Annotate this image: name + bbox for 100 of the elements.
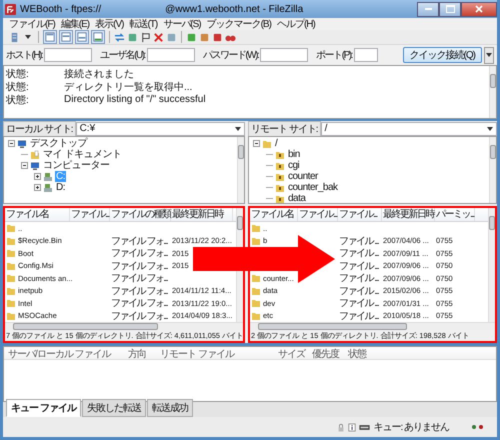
panel-toggle-button[interactable]	[91, 30, 105, 44]
vertical-scrollbar[interactable]	[489, 137, 496, 203]
column-header[interactable]: 最終更新日時	[382, 208, 435, 221]
column-header[interactable]: ファイル...	[70, 208, 110, 221]
column-header[interactable]: リモート ファイル	[156, 347, 266, 359]
log-message: Directory listing of "/" successful	[64, 94, 206, 105]
flag-icon[interactable]	[140, 32, 151, 42]
close-button[interactable]	[461, 2, 497, 16]
text-field[interactable]	[146, 48, 195, 62]
file-type: ファイル ...	[339, 310, 378, 323]
menu-item[interactable]: ファイル(F)	[9, 17, 55, 31]
tree-item[interactable]: counter	[287, 171, 319, 182]
column-header[interactable]: ファイル名	[5, 208, 70, 221]
collapse-toggle[interactable]	[21, 162, 28, 169]
tree-item[interactable]: D:	[55, 182, 66, 193]
collapse-toggle[interactable]	[8, 140, 15, 147]
column-header[interactable]: ファイル...	[338, 208, 382, 221]
tree-item[interactable]: cgi	[287, 160, 300, 171]
column-header[interactable]: サイズ	[266, 347, 308, 359]
expand-toggle[interactable]	[34, 184, 41, 191]
field-label: パスワード(W):	[202, 49, 258, 62]
folder-icon	[6, 298, 16, 308]
tree-item[interactable]: bin	[287, 149, 301, 160]
horizontal-scrollbar[interactable]	[5, 322, 243, 330]
menu-item[interactable]: ブックマーク(B)	[206, 17, 271, 31]
vertical-scrollbar[interactable]	[237, 137, 244, 203]
column-header[interactable]: 最終更新日時	[171, 208, 233, 221]
column-header[interactable]: 優先度	[308, 347, 344, 359]
folder-icon	[251, 298, 261, 308]
tree-item[interactable]: マイ ドキュメント	[42, 149, 122, 160]
file-type: ファイル ...	[339, 284, 378, 298]
tree-item[interactable]: コンピューター	[42, 160, 110, 171]
folder-icon	[251, 236, 261, 246]
site-label: ローカル サイト:	[3, 120, 76, 136]
unknown-folder-icon	[275, 194, 285, 204]
file-type: ファイル フォ...	[111, 260, 168, 273]
log-message: ディレクトリ一覧を取得中...	[64, 80, 192, 94]
collapse-toggle[interactable]	[253, 140, 260, 147]
column-header[interactable]: 方向	[124, 347, 156, 359]
drive-icon	[43, 172, 53, 182]
cancel-icon[interactable]	[153, 32, 164, 42]
path-dropdown[interactable]: C:¥	[76, 122, 245, 136]
activity-light	[472, 425, 476, 429]
activity-light	[479, 425, 483, 429]
tab[interactable]: 失敗した転送	[82, 399, 146, 417]
column-header[interactable]: パーミッ...	[435, 208, 475, 221]
maximize-button[interactable]	[439, 2, 461, 16]
column-header[interactable]: ファイルの種類	[110, 208, 171, 221]
folder-icon	[6, 273, 16, 284]
menu-item[interactable]: 表示(V)	[95, 17, 124, 31]
expand-toggle[interactable]	[34, 173, 41, 180]
tree-item[interactable]: data	[287, 193, 306, 204]
folder-icon	[6, 260, 16, 271]
tab[interactable]: キュー ファイル	[6, 399, 81, 417]
site-label: リモート サイト:	[248, 120, 321, 136]
folder-icon	[251, 273, 261, 284]
tree-item[interactable]: デスクトップ	[29, 138, 88, 149]
folder-icon	[6, 236, 16, 246]
dropdown-button[interactable]	[484, 46, 494, 64]
column-header[interactable]: サーバ/ローカル ファイル	[4, 347, 124, 359]
tree-item[interactable]: /	[274, 138, 278, 149]
file-type: ファイル ...	[339, 297, 378, 310]
unknown-folder-icon	[275, 150, 285, 160]
tab[interactable]: 転送成功	[146, 399, 193, 417]
site-manager-icon[interactable]	[9, 32, 20, 42]
tree-item[interactable]: counter_bak	[287, 182, 339, 193]
window-title: WEBooth - ftpes://	[20, 4, 102, 14]
text-field[interactable]	[260, 48, 308, 62]
menu-item[interactable]: サーバ(S)	[163, 17, 201, 31]
minimize-button[interactable]	[417, 2, 439, 16]
column-header[interactable]: 状態	[344, 347, 404, 359]
unknown-folder-icon	[275, 182, 285, 192]
file-type: ファイル ...	[339, 247, 378, 260]
unknown-folder-icon	[275, 172, 285, 182]
field-label: ユーザ名(U):	[100, 49, 145, 62]
vertical-scrollbar[interactable]	[488, 208, 495, 322]
text-field[interactable]	[354, 48, 378, 62]
horizontal-scrollbar[interactable]	[250, 322, 495, 330]
menu-item[interactable]: 転送(T)	[129, 17, 158, 31]
file-type: ファイル フォ...	[111, 234, 168, 248]
column-header[interactable]: ファイル...	[298, 208, 338, 221]
folder-icon	[6, 286, 16, 296]
column-header[interactable]: ファイル名	[250, 208, 298, 221]
menu-item[interactable]: 編集(E)	[60, 17, 90, 31]
text-field[interactable]	[44, 48, 92, 62]
panel-toggle-button[interactable]	[75, 30, 89, 44]
vertical-scrollbar[interactable]	[489, 66, 496, 118]
path-dropdown[interactable]: /	[320, 122, 497, 136]
folder-icon	[6, 223, 16, 234]
window-title: @www1.webooth.net - FileZilla	[165, 4, 304, 14]
quickconnect-button[interactable]: クイック接続(Q)	[402, 47, 482, 63]
file-type: ファイル フォ...	[111, 297, 168, 310]
monitor-icon	[30, 160, 40, 170]
folder-icon	[6, 310, 16, 321]
refresh-arrows-icon[interactable]	[114, 32, 125, 42]
panel-toggle-button[interactable]	[59, 30, 73, 44]
panel-toggle-button[interactable]	[43, 30, 57, 44]
caret-icon[interactable]	[25, 35, 31, 39]
monitor-icon	[17, 138, 27, 148]
menu-item[interactable]: ヘルプ(H)	[276, 17, 315, 31]
